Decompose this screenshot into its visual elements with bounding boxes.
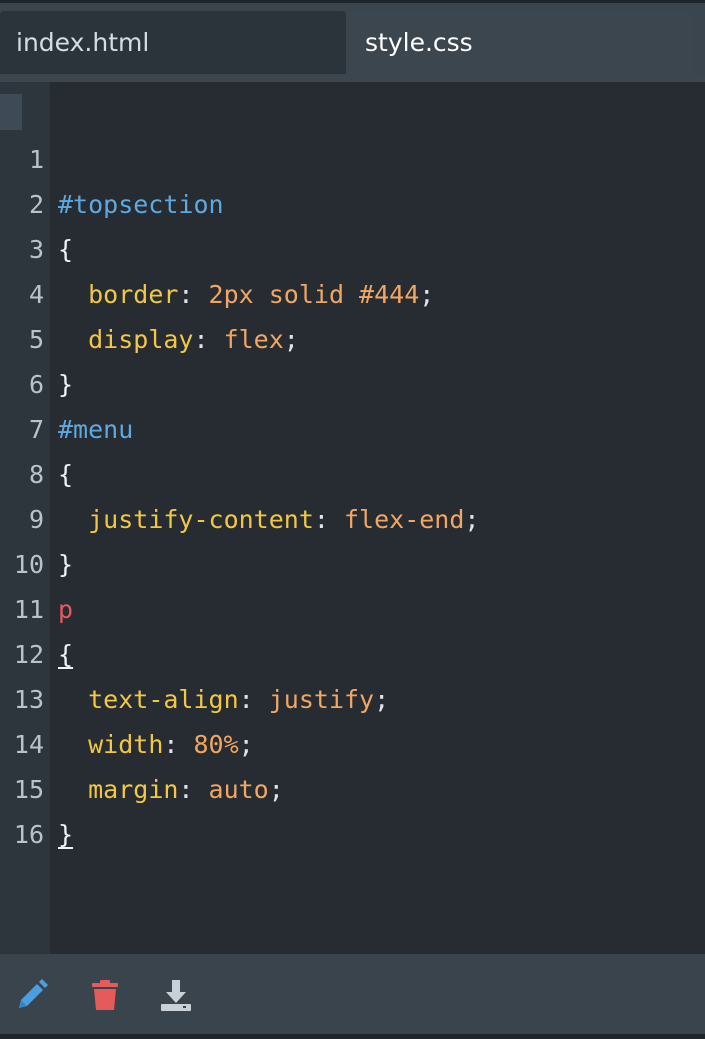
code-line: 8 justify-content: flex-end; bbox=[0, 407, 705, 534]
code-line: 6 #menu bbox=[0, 317, 705, 444]
code-line: 15 } bbox=[0, 722, 705, 849]
download-icon bbox=[161, 980, 191, 1011]
bottom-toolbar bbox=[0, 954, 705, 1034]
code-line: 10 p bbox=[0, 497, 705, 624]
line-number: 16 bbox=[13, 820, 44, 849]
code-line: 9 } bbox=[0, 452, 705, 579]
code-line: 13 width: 80%; bbox=[0, 632, 705, 759]
code-line: 11 { bbox=[0, 542, 705, 669]
code-line: 4 display: flex; bbox=[0, 227, 705, 354]
code-editor[interactable]: 1 #topsection 2 { 3 border: 2px solid #4… bbox=[0, 82, 705, 954]
delete-button[interactable] bbox=[88, 978, 122, 1012]
code-line: 3 border: 2px solid #444; bbox=[0, 182, 705, 309]
code-line: 2 { bbox=[0, 137, 705, 264]
tab-index-html[interactable]: index.html bbox=[0, 11, 346, 74]
edit-button[interactable] bbox=[15, 978, 49, 1012]
code-editor-window: index.html style.css 1 #topsection 2 { 3… bbox=[0, 0, 705, 1039]
code-line: 14 margin: auto; bbox=[0, 677, 705, 804]
tab-bar: index.html style.css bbox=[0, 0, 705, 85]
pencil-icon bbox=[19, 979, 48, 1008]
tab-style-css[interactable]: style.css bbox=[349, 11, 694, 74]
code-line: 1 #topsection bbox=[0, 92, 705, 219]
download-button[interactable] bbox=[159, 978, 193, 1012]
code-line: 16 bbox=[0, 767, 705, 849]
code-line: 7 { bbox=[0, 362, 705, 489]
tab-label: index.html bbox=[16, 28, 150, 57]
trash-icon bbox=[92, 980, 118, 1010]
code-line: 12 text-align: justify; bbox=[0, 587, 705, 714]
window-bottom-edge bbox=[0, 1034, 705, 1039]
code-line: 5 } bbox=[0, 272, 705, 399]
tab-label: style.css bbox=[365, 28, 473, 57]
